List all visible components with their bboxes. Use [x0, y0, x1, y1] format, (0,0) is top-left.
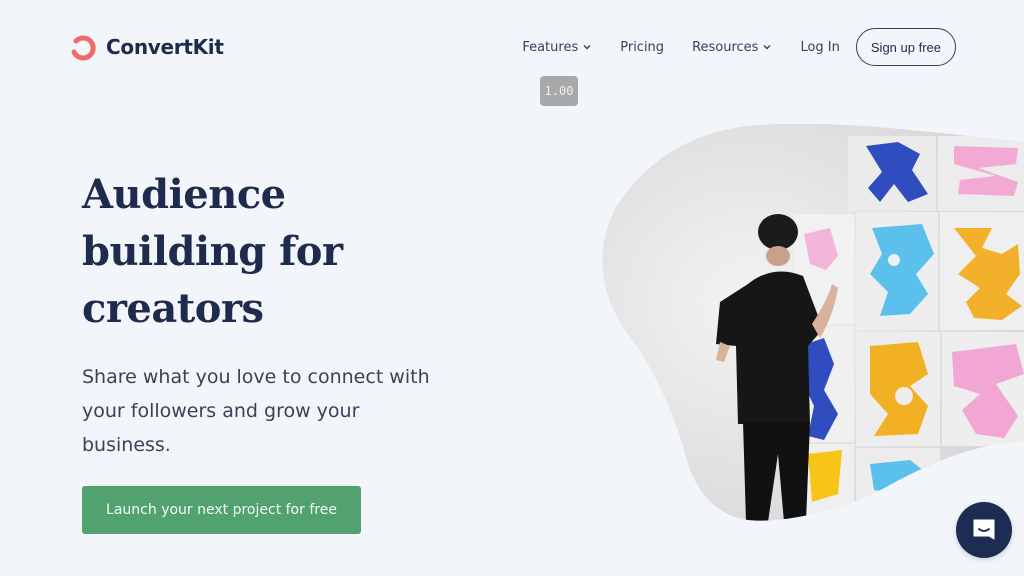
- main-nav: Features Pricing Resources Log In Sign u…: [522, 28, 956, 66]
- hero-subtext: Share what you love to connect with your…: [82, 366, 430, 456]
- nav-item-label: Log In: [800, 39, 840, 55]
- nav-item-label: Pricing: [620, 39, 665, 55]
- launch-project-button[interactable]: Launch your next project for free: [82, 486, 361, 534]
- signup-button[interactable]: Sign up free: [855, 28, 956, 66]
- hero-image: [598, 124, 1024, 522]
- brand-logo[interactable]: ConvertKit: [68, 32, 224, 62]
- chevron-down-icon: [763, 45, 771, 50]
- nav-item-label: Features: [522, 39, 579, 55]
- nav-item-login[interactable]: Log In: [800, 40, 839, 55]
- brand-name: ConvertKit: [106, 35, 224, 59]
- nav-item-pricing[interactable]: Pricing: [620, 40, 664, 55]
- chat-bubble-icon: [973, 519, 995, 540]
- nav-item-features[interactable]: Features: [522, 40, 592, 55]
- zoom-level-badge: 1.00: [540, 76, 578, 106]
- convertkit-swirl-icon: [71, 35, 96, 61]
- hero-headline: Audience building for creators: [82, 171, 343, 332]
- chat-launcher-button[interactable]: [956, 502, 1012, 558]
- nav-item-label: Resources: [692, 39, 759, 55]
- chevron-down-icon: [583, 45, 591, 50]
- nav-item-resources[interactable]: Resources: [692, 40, 772, 55]
